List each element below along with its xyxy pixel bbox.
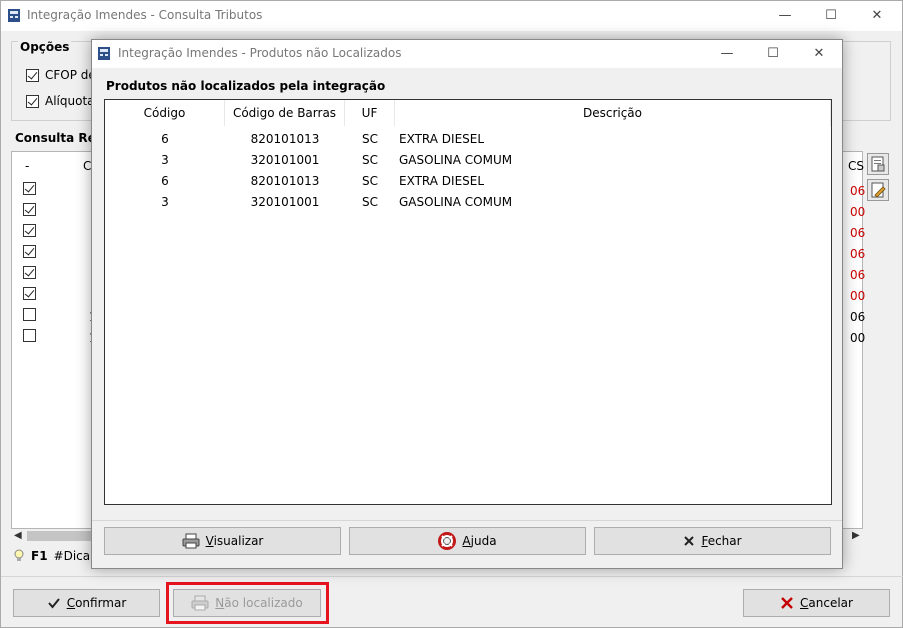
hint-key: F1	[31, 549, 48, 563]
cell-uf: SC	[362, 132, 378, 146]
separator	[1, 576, 903, 577]
grid-row-checkbox[interactable]	[23, 287, 36, 300]
visualizar-button-label: Visualizar	[205, 534, 264, 548]
grid-export-button[interactable]	[867, 153, 889, 175]
printer-icon	[182, 533, 200, 549]
cell-barras: 320101001	[250, 153, 320, 167]
cell-descricao: GASOLINA COMUM	[399, 195, 513, 209]
fechar-button[interactable]: Fechar	[594, 527, 831, 555]
grid-row-checkbox[interactable]	[23, 203, 36, 216]
dialog-titlebar: Integração Imendes - Produtos não Locali…	[92, 40, 842, 68]
column-header-uf[interactable]: UF	[345, 100, 395, 126]
cell-descricao: GASOLINA COMUM	[399, 153, 513, 167]
not-found-products-dialog: Integração Imendes - Produtos não Locali…	[91, 39, 843, 569]
option-cfop[interactable]: CFOP de	[26, 68, 96, 82]
scroll-right-icon[interactable]: ▶	[852, 530, 860, 541]
document-icon	[871, 156, 885, 172]
column-header-descricao[interactable]: Descrição	[395, 100, 831, 126]
checkbox-cfop[interactable]	[26, 68, 39, 82]
products-grid[interactable]: Código Código de Barras UF Descrição 6 8…	[104, 99, 832, 505]
edit-icon	[871, 182, 886, 198]
ajuda-button-label: Ajuda	[462, 534, 497, 548]
minimize-icon: —	[778, 8, 792, 23]
cell-uf: SC	[362, 195, 378, 209]
grid-row-cs: 00	[850, 331, 866, 345]
minimize-icon: —	[720, 46, 734, 61]
cancel-button-label: Cancelar	[800, 596, 853, 610]
cell-codigo: 3	[161, 195, 169, 209]
grid-row-cs: 06	[850, 310, 866, 324]
maximize-button[interactable]: ☐	[808, 1, 854, 30]
dialog-maximize-button[interactable]: ☐	[750, 40, 796, 67]
ajuda-button[interactable]: Ajuda	[349, 527, 586, 555]
option-aliquota[interactable]: Alíquota	[26, 94, 95, 108]
lifebuoy-icon	[438, 532, 457, 550]
grid-row-checkbox[interactable]	[23, 245, 36, 258]
cell-codigo: 6	[161, 132, 169, 146]
dialog-title: Integração Imendes - Produtos não Locali…	[118, 46, 402, 60]
minimize-button[interactable]: —	[762, 1, 808, 30]
maximize-icon: ☐	[825, 8, 837, 23]
lightbulb-icon	[14, 549, 24, 561]
cell-descricao: EXTRA DIESEL	[399, 174, 485, 188]
highlight-box	[166, 582, 329, 624]
dialog-separator	[92, 520, 842, 521]
cell-barras: 820101013	[250, 174, 320, 188]
maximize-icon: ☐	[767, 46, 779, 61]
app-icon	[98, 47, 110, 60]
cell-uf: SC	[362, 174, 378, 188]
cancel-x-icon	[781, 597, 793, 609]
grid-row-checkbox[interactable]	[23, 182, 36, 195]
cell-codigo: 6	[161, 174, 169, 188]
grid-row-checkbox[interactable]	[23, 308, 36, 321]
cell-codigo: 3	[161, 153, 169, 167]
dialog-minimize-button[interactable]: —	[704, 40, 750, 67]
option-aliquota-label: Alíquota	[45, 94, 95, 108]
visualizar-button[interactable]: Visualizar	[104, 527, 341, 555]
grid-header-cs: CS	[848, 159, 864, 173]
main-titlebar: Integração Imendes - Consulta Tributos —…	[1, 1, 902, 31]
close-icon	[684, 536, 695, 546]
grid-row-cs: 00	[850, 205, 866, 219]
grid-edit-button[interactable]	[867, 179, 889, 201]
column-header-codigo[interactable]: Código	[105, 100, 225, 126]
cell-barras: 320101001	[250, 195, 320, 209]
options-group-title: Opções	[18, 40, 72, 54]
close-button[interactable]: ✕	[854, 1, 900, 30]
grid-row-checkbox[interactable]	[23, 266, 36, 279]
dialog-close-button[interactable]: ✕	[796, 40, 842, 67]
dialog-heading: Produtos não localizados pela integração	[106, 79, 386, 93]
consulta-section-title: Consulta Ref	[15, 131, 102, 145]
confirm-button-label: Confirmar	[66, 596, 127, 610]
grid-row-cs: 06	[850, 184, 866, 198]
cell-barras: 820101013	[250, 132, 320, 146]
confirm-button[interactable]: Confirmar	[13, 589, 160, 617]
column-header-codigo-barras[interactable]: Código de Barras	[225, 100, 345, 126]
grid-header-select: -	[25, 159, 30, 173]
checkbox-aliquota[interactable]	[26, 94, 39, 108]
close-icon: ✕	[813, 46, 825, 61]
cell-uf: SC	[362, 153, 378, 167]
cell-descricao: EXTRA DIESEL	[399, 132, 485, 146]
grid-row-cs: 06	[850, 268, 866, 282]
grid-row-cs: 00	[850, 289, 866, 303]
scroll-left-icon[interactable]: ◀	[14, 530, 22, 541]
fechar-button-label: Fechar	[701, 534, 742, 548]
grid-row-cs: 06	[850, 247, 866, 261]
checkmark-icon	[47, 598, 60, 609]
main-window-title: Integração Imendes - Consulta Tributos	[27, 8, 263, 22]
app-icon	[8, 9, 20, 22]
cancel-button[interactable]: Cancelar	[743, 589, 890, 617]
grid-row-cs: 06	[850, 226, 866, 240]
grid-row-checkbox[interactable]	[23, 224, 36, 237]
grid-row-checkbox[interactable]	[23, 329, 36, 342]
option-cfop-label: CFOP de	[45, 68, 96, 82]
close-icon: ✕	[871, 8, 883, 23]
